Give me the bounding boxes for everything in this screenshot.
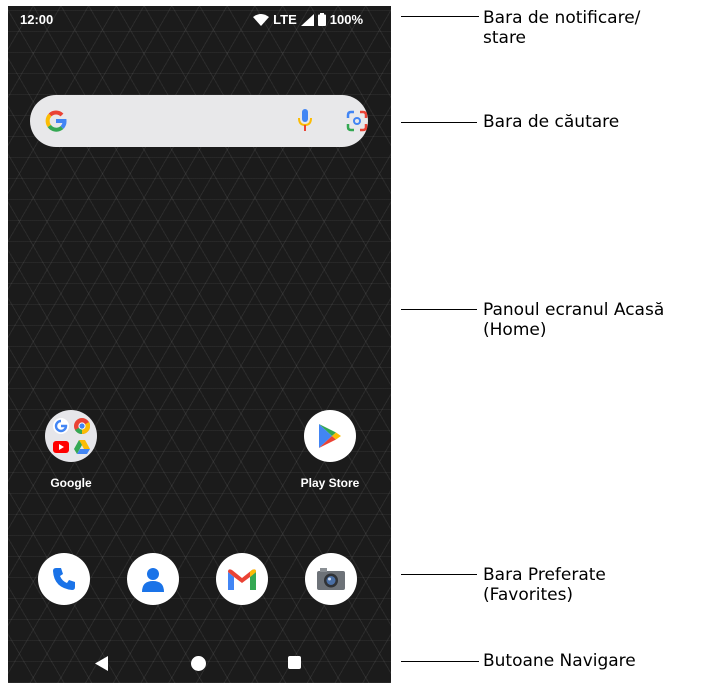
camera-icon xyxy=(305,553,357,605)
google-folder[interactable]: Google xyxy=(26,410,116,490)
recents-icon[interactable] xyxy=(288,656,301,669)
favorite-camera[interactable] xyxy=(286,553,376,605)
figure: 12:00 LTE 100% Google Play Store Bara de… xyxy=(0,0,704,687)
favorite-phone[interactable] xyxy=(19,553,109,605)
google-folder-icon xyxy=(45,410,97,462)
callout-navigation: Butoane Navigare xyxy=(483,651,636,671)
status-bar[interactable]: 12:00 LTE 100% xyxy=(8,6,391,32)
phone-icon xyxy=(38,553,90,605)
home-icon[interactable] xyxy=(191,656,206,671)
status-network: LTE xyxy=(273,12,297,27)
youtube-mini-icon xyxy=(52,438,70,456)
status-battery: 100% xyxy=(329,12,363,27)
callout-line-navigation xyxy=(401,661,479,662)
callout-home-panel: Panoul ecranul Acasă (Home) xyxy=(483,300,665,340)
callout-favorites: Bara Preferate (Favorites) xyxy=(483,565,606,605)
favorite-gmail[interactable] xyxy=(197,553,287,605)
google-g-mini-icon xyxy=(52,417,70,435)
callout-search-bar: Bara de căutare xyxy=(483,112,620,132)
callout-line-home-panel xyxy=(401,309,477,310)
callout-line-search-bar xyxy=(401,122,477,123)
status-time: 12:00 xyxy=(20,12,54,27)
gmail-icon xyxy=(216,553,268,605)
favorite-contacts[interactable] xyxy=(108,553,198,605)
play-store-icon xyxy=(304,410,356,462)
battery-icon xyxy=(317,13,326,26)
callout-line-favorites xyxy=(401,574,477,575)
google-g-icon xyxy=(43,108,69,134)
drive-mini-icon xyxy=(73,438,91,456)
microphone-icon[interactable] xyxy=(298,107,312,138)
play-store-app[interactable]: Play Store xyxy=(285,410,375,490)
wifi-icon xyxy=(253,13,270,26)
callout-status-bar: Bara de notificare/ stare xyxy=(483,8,641,48)
back-icon[interactable] xyxy=(95,656,108,676)
search-bar[interactable] xyxy=(30,95,368,147)
status-icons: LTE 100% xyxy=(253,12,363,27)
contacts-icon xyxy=(127,553,179,605)
signal-icon xyxy=(300,13,314,26)
app-label-google: Google xyxy=(50,476,92,490)
callout-line-status-bar xyxy=(401,16,479,17)
app-label-play-store: Play Store xyxy=(300,476,360,490)
google-lens-icon[interactable] xyxy=(345,109,369,138)
chrome-mini-icon xyxy=(73,417,91,435)
phone-screen: 12:00 LTE 100% Google Play Store xyxy=(8,6,391,683)
